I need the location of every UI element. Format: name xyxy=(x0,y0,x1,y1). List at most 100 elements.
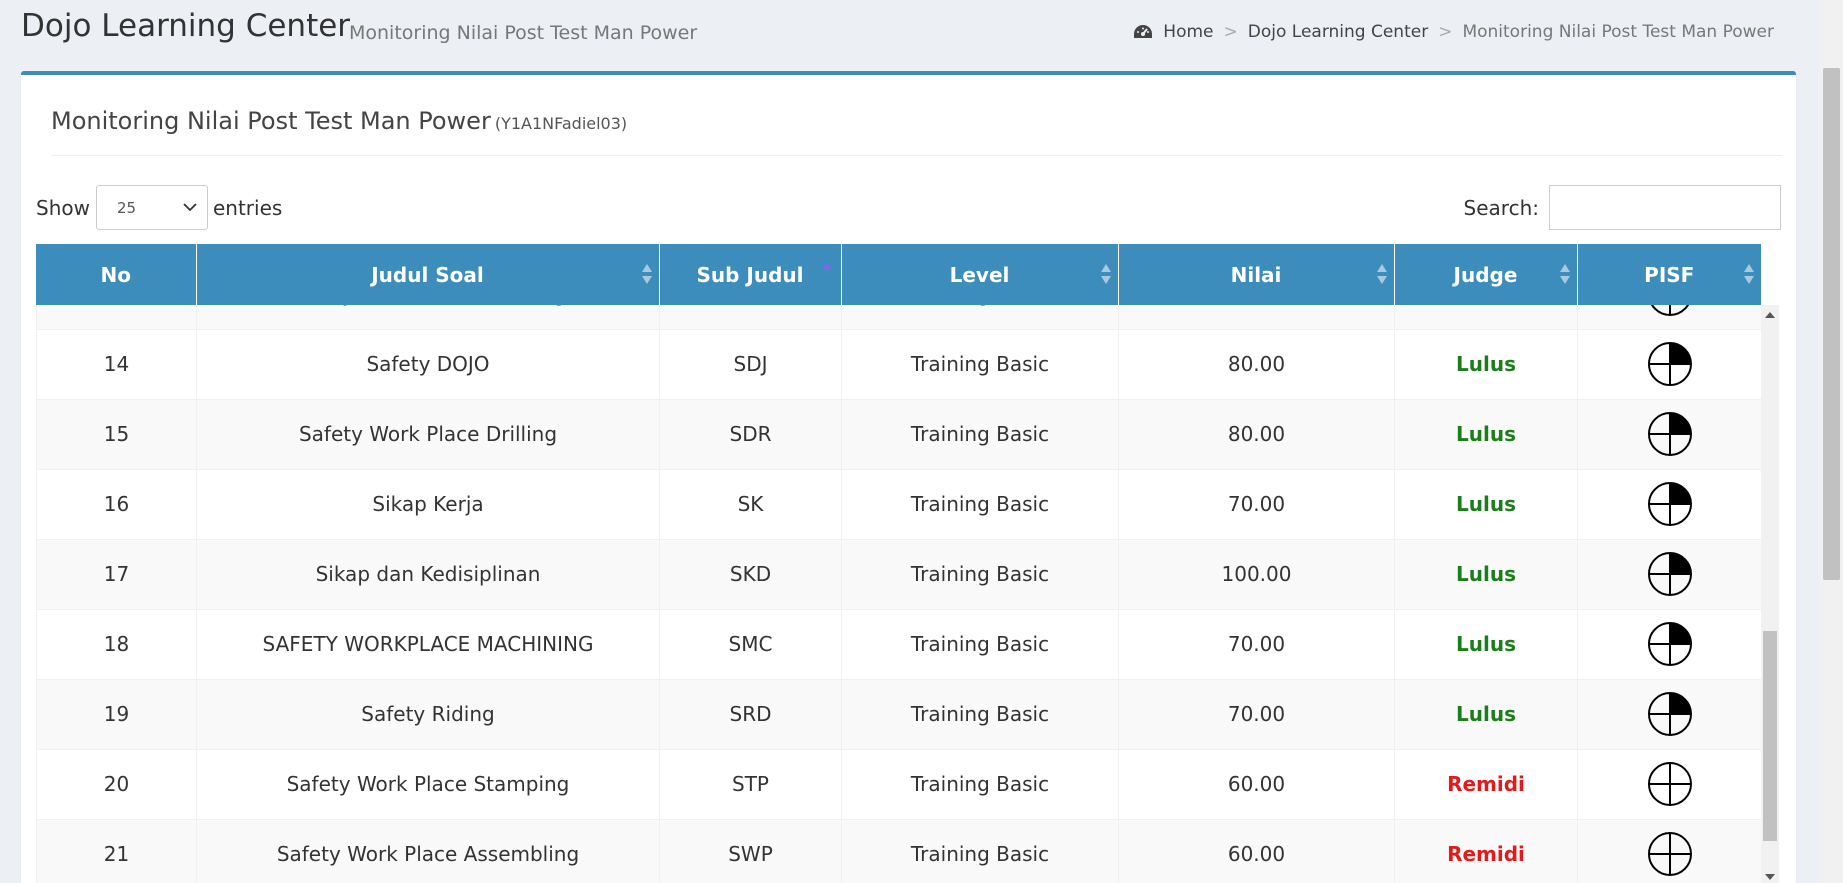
search-label: Search: xyxy=(1463,195,1539,220)
cell-judge: Lulus xyxy=(1394,469,1578,540)
page-scrollbar[interactable] xyxy=(1820,0,1843,883)
sort-asc-icon xyxy=(821,262,832,270)
column-header-no[interactable]: No xyxy=(36,244,197,305)
entries-select-value: 25 xyxy=(116,198,137,217)
cell-level: Training Basic xyxy=(841,305,1119,330)
pisf-quarter-filled-icon xyxy=(1647,342,1692,386)
cell-level: Training Basic xyxy=(841,819,1119,883)
chevron-down-icon xyxy=(183,203,197,212)
column-header-label: Nilai xyxy=(1230,262,1282,287)
cell-sub: SWP xyxy=(659,819,842,883)
cell-sub: SRD xyxy=(659,679,842,750)
user-code: (Y1A1NFadiel03) xyxy=(494,114,628,133)
cell-judul: Safety Work Place Drilling xyxy=(196,399,660,470)
entries-label: entries xyxy=(212,195,283,220)
cell-sub: STP xyxy=(659,749,842,820)
pisf-empty-icon xyxy=(1647,762,1692,806)
table-scrollbar[interactable] xyxy=(1761,305,1779,883)
table-row: 20 Safety Work Place Stamping STP Training … xyxy=(36,749,1761,820)
table-row: 16 Sikap Kerja SK Training Basic 70.00 Lulus xyxy=(36,469,1761,540)
cell-judul: Sikap dan Kedisiplinan xyxy=(196,539,660,610)
column-header-sub-judul[interactable]: Sub Judul xyxy=(659,244,842,305)
cell-sub: SDJ xyxy=(659,329,842,400)
cell-sub: SDR xyxy=(659,399,842,470)
pisf-empty-icon xyxy=(1647,832,1692,876)
cell-nilai: 60.00 xyxy=(1118,819,1395,883)
cell-nilai: 80.00 xyxy=(1118,329,1395,400)
box-title-text: Monitoring Nilai Post Test Man Power xyxy=(51,107,491,135)
table-row: 18 SAFETY WORKPLACE MACHINING SMC Training … xyxy=(36,609,1761,680)
cell-level: Training Basic xyxy=(841,469,1119,540)
cell-level: Training Basic xyxy=(841,539,1119,610)
cell-judge: Lulus xyxy=(1394,539,1578,610)
breadcrumb: Home > Dojo Learning Center > Monitoring… xyxy=(1133,22,1774,42)
cell-level: Training Basic xyxy=(841,749,1119,820)
column-header-judul-soal[interactable]: Judul Soal xyxy=(196,244,660,305)
cell-no: 18 xyxy=(36,609,197,680)
cell-sub: SK xyxy=(659,469,842,540)
cell-pisf xyxy=(1577,819,1761,883)
cell-judul: Sikap Kerja xyxy=(196,469,660,540)
dashboard-icon xyxy=(1134,25,1153,38)
box-divider xyxy=(51,155,1782,156)
breadcrumb-home-link[interactable]: Home xyxy=(1163,22,1213,42)
table-header: No Judul Soal Sub Judul Level Nilai Judg… xyxy=(36,244,1761,305)
cell-judge: Lulus xyxy=(1394,329,1578,400)
entries-select[interactable]: 25 xyxy=(95,185,208,230)
scroll-up-arrow-icon[interactable] xyxy=(1761,309,1779,321)
table-row: 21 Safety Work Place Assembling SWP Trainin… xyxy=(36,819,1761,883)
cell-level: Training Basic xyxy=(841,679,1119,750)
cell-pisf xyxy=(1577,305,1761,330)
entries-length-control: Show 25 entries xyxy=(36,185,282,230)
cell-judul: Safety DOJO xyxy=(196,329,660,400)
sort-both-icon xyxy=(1376,264,1387,284)
cell-sub: SWH xyxy=(659,305,842,330)
cell-sub: SKD xyxy=(659,539,842,610)
cell-pisf xyxy=(1577,469,1761,540)
scroll-down-arrow-icon[interactable] xyxy=(1761,871,1779,883)
sort-both-icon xyxy=(641,264,652,284)
pisf-quarter-filled-icon xyxy=(1647,482,1692,526)
column-header-label: Judul Soal xyxy=(371,262,484,287)
cell-no: 15 xyxy=(36,399,197,470)
cell-judge: Lulus xyxy=(1394,399,1578,470)
show-label: Show xyxy=(36,195,90,220)
page-scrollbar-thumb[interactable] xyxy=(1823,68,1840,580)
breadcrumb-dojo-link[interactable]: Dojo Learning Center xyxy=(1248,22,1428,42)
column-header-level[interactable]: Level xyxy=(841,244,1119,305)
column-header-label: Judge xyxy=(1453,262,1518,287)
breadcrumb-current: Monitoring Nilai Post Test Man Power xyxy=(1462,22,1774,42)
cell-no: 16 xyxy=(36,469,197,540)
pisf-quarter-filled-icon xyxy=(1647,692,1692,736)
cell-judul: Safety Riding xyxy=(196,679,660,750)
cell-judge: Remidi xyxy=(1394,819,1578,883)
cell-judge: Lulus xyxy=(1394,609,1578,680)
column-header-nilai[interactable]: Nilai xyxy=(1118,244,1395,305)
cell-sub: SMC xyxy=(659,609,842,680)
cell-judul: Safety Work Place Handling xyxy=(196,305,660,330)
data-table: No Judul Soal Sub Judul Level Nilai Judg… xyxy=(36,244,1779,883)
cell-judul: SAFETY WORKPLACE MACHINING xyxy=(196,609,660,680)
column-header-label: Sub Judul xyxy=(696,262,804,287)
cell-level: Training Basic xyxy=(841,609,1119,680)
pisf-quarter-filled-icon xyxy=(1647,552,1692,596)
column-header-pisf[interactable]: PISF xyxy=(1577,244,1761,305)
cell-nilai: 70.00 xyxy=(1118,469,1395,540)
table-body-viewport[interactable]: 13Safety Work Place HandlingSWHTraining … xyxy=(36,305,1761,883)
monitoring-box: Monitoring Nilai Post Test Man Power (Y1A… xyxy=(21,71,1796,883)
sort-both-icon xyxy=(1744,264,1754,284)
pisf-quarter-filled-icon xyxy=(1647,622,1692,666)
cell-nilai: 100.00 xyxy=(1118,539,1395,610)
table-scrollbar-thumb[interactable] xyxy=(1763,631,1777,841)
cell-pisf xyxy=(1577,399,1761,470)
cell-judge: Remidi xyxy=(1394,749,1578,820)
cell-judge: Lulus xyxy=(1394,305,1578,330)
cell-pisf xyxy=(1577,539,1761,610)
column-header-label: No xyxy=(100,262,131,287)
cell-level: Training Basic xyxy=(841,399,1119,470)
cell-pisf xyxy=(1577,679,1761,750)
pisf-quarter-filled-icon xyxy=(1647,412,1692,456)
search-input[interactable] xyxy=(1549,185,1781,230)
column-header-judge[interactable]: Judge xyxy=(1394,244,1578,305)
table-row: 19 Safety Riding SRD Training Basic 70.00 Lul… xyxy=(36,679,1761,750)
